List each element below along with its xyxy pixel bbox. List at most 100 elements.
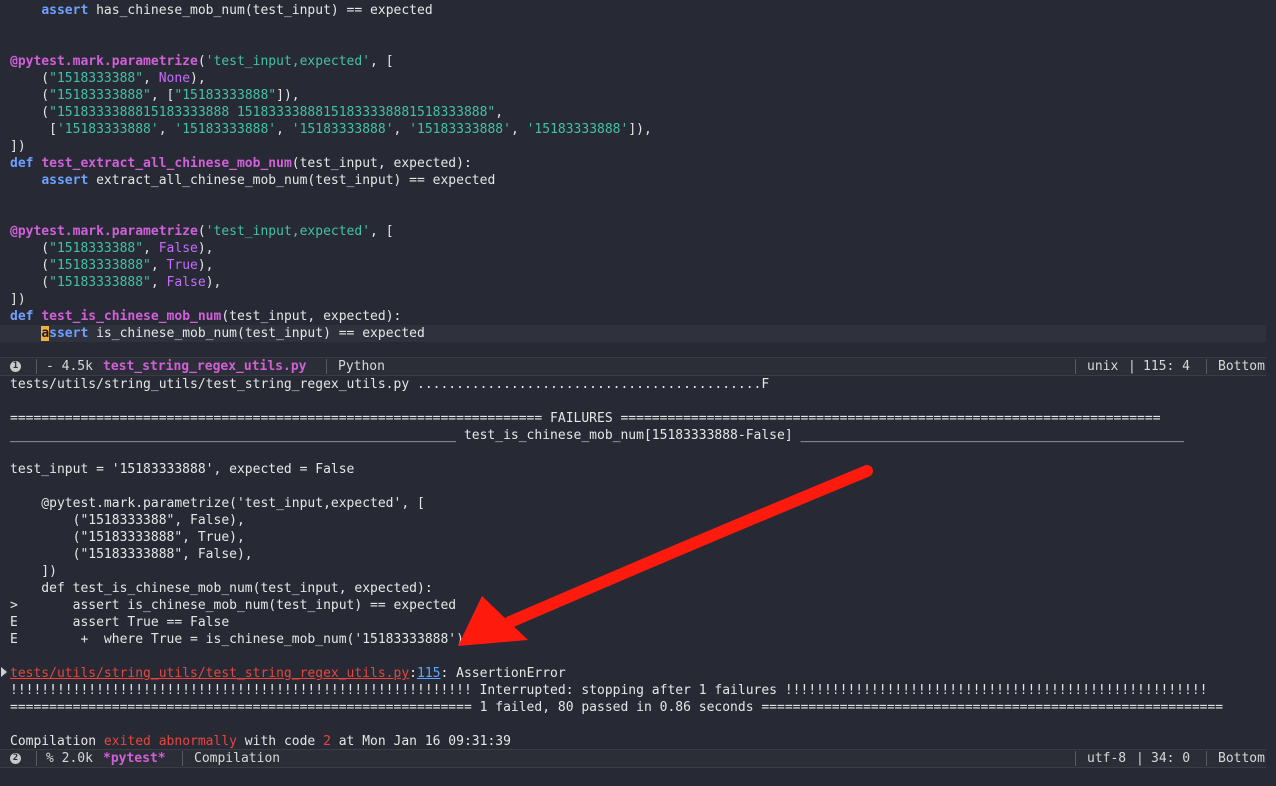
code-token: ( xyxy=(10,275,50,290)
code-token: ( xyxy=(10,258,50,273)
buffer-state: - 4.5k xyxy=(46,359,93,374)
code-line: @pytest.mark.parametrize('test_input,exp… xyxy=(10,53,394,70)
output-line: tests/utils/string_utils/test_string_reg… xyxy=(10,665,566,682)
code-line: ("15183333888", True), xyxy=(10,257,214,274)
code-editor-pane[interactable]: assert has_chinese_mob_num(test_input) =… xyxy=(0,0,1276,352)
code-token: ]) xyxy=(10,139,26,154)
code-line: ("1518333388815183333888 151833338881518… xyxy=(10,104,503,121)
code-token: , xyxy=(143,71,159,86)
code-token: , xyxy=(393,122,410,137)
code-token: is_chinese_mob_num(test_input) == expect… xyxy=(88,326,425,341)
code-token: '15183333888' xyxy=(526,122,629,137)
code-token: , xyxy=(276,122,292,137)
code-token: '15183333888' xyxy=(291,122,394,137)
code-token: !!!!!!!!!!!!!!!!!!!!!!!!!!!!!!!!!!!!!!!!… xyxy=(10,683,1208,698)
code-token: ( xyxy=(10,71,50,86)
output-line: E assert True == False xyxy=(10,614,229,631)
compilation-output-pane[interactable]: tests/utils/string_utils/test_string_reg… xyxy=(0,375,1276,748)
output-line: ========================================… xyxy=(10,699,1223,716)
code-token: "1518333388" xyxy=(49,241,144,256)
code-line: ['15183333888', '15183333888', '15183333… xyxy=(10,121,652,138)
code-token: @pytest.mark.parametrize xyxy=(10,54,198,69)
file-encoding: utf-8 xyxy=(1087,751,1127,766)
code-token: , [ xyxy=(370,224,394,239)
output-line: ________________________________________… xyxy=(10,427,1184,444)
code-token: assert xyxy=(41,173,89,188)
output-line: ("15183333888", True), xyxy=(10,529,245,546)
code-line: ("1518333388", False), xyxy=(10,240,213,257)
code-token: ]) xyxy=(10,292,26,307)
code-token: : AssertionError xyxy=(440,666,566,681)
code-token: "15183333888" xyxy=(49,275,151,290)
code-token: '15183333888' xyxy=(174,122,277,137)
scroll-position: Bottom xyxy=(1218,751,1265,766)
code-token: , xyxy=(495,105,504,120)
mode-line-editor: 1 - 4.5k test_string_regex_utils.py Pyth… xyxy=(0,357,1266,376)
output-line: ]) xyxy=(10,563,57,580)
code-token: None xyxy=(158,71,191,86)
line-ending: unix xyxy=(1087,359,1119,374)
code-token: E assert True == False xyxy=(10,615,230,630)
code-token: , [ xyxy=(150,88,175,103)
code-line: def test_extract_all_chinese_mob_num(tes… xyxy=(10,155,472,172)
code-token: ]), xyxy=(628,122,652,137)
code-token: ( xyxy=(197,224,206,239)
output-line: ("1518333388", False), xyxy=(10,512,245,529)
code-token: , xyxy=(150,275,167,290)
error-line-link[interactable]: 115 xyxy=(417,666,440,681)
code-line: ]) xyxy=(10,291,26,308)
buffer-state: % 2.0k xyxy=(46,751,93,766)
mode-line-pipe: | xyxy=(1128,359,1136,374)
scroll-position: Bottom xyxy=(1218,359,1265,374)
output-line: > assert is_chinese_mob_num(test_input) … xyxy=(10,597,456,614)
code-token: "15183333888" xyxy=(49,258,151,273)
code-line: def test_is_chinese_mob_num(test_input, … xyxy=(10,308,401,325)
code-line: assert is_chinese_mob_num(test_input) ==… xyxy=(10,325,425,342)
code-token: def test_is_chinese_mob_num(test_input, … xyxy=(10,581,433,596)
error-file-link[interactable]: tests/utils/string_utils/test_string_reg… xyxy=(10,666,409,681)
major-mode[interactable]: Compilation xyxy=(194,750,280,767)
mode-line-separator xyxy=(326,359,327,374)
code-token: test_extract_all_chinese_mob_num xyxy=(41,156,292,171)
mode-line-compilation: 2 % 2.0k *pytest* Compilation utf-8 | 34… xyxy=(0,749,1266,768)
code-token: ( xyxy=(197,54,206,69)
code-token: , xyxy=(158,122,175,137)
cursor-position: 115: 4 xyxy=(1143,359,1190,374)
code-token: '15183333888' xyxy=(409,122,511,137)
mode-line-separator xyxy=(1206,751,1207,766)
mode-line-separator xyxy=(1075,359,1076,374)
window-number-badge: 2 xyxy=(10,750,21,767)
code-token: True xyxy=(166,258,198,273)
code-token: "1518333388815183333888 1518333388815183… xyxy=(49,105,496,120)
code-token: has_chinese_mob_num(test_input) == expec… xyxy=(88,3,433,18)
code-token: 'test_input,expected' xyxy=(205,54,371,69)
output-line: ("15183333888", False), xyxy=(10,546,253,563)
code-token: @pytest.mark.parametrize xyxy=(10,224,198,239)
mode-line-separator xyxy=(1206,359,1207,374)
code-token: "15183333888" xyxy=(174,88,277,103)
mode-line-separator xyxy=(36,359,37,374)
code-token: False xyxy=(158,241,198,256)
code-line: assert has_chinese_mob_num(test_input) =… xyxy=(10,2,433,19)
buffer-name[interactable]: test_string_regex_utils.py xyxy=(103,358,307,375)
code-token: @pytest.mark.parametrize('test_input,exp… xyxy=(10,496,425,511)
buffer-name[interactable]: *pytest* xyxy=(103,750,166,767)
code-token: def xyxy=(10,156,34,171)
output-line: @pytest.mark.parametrize('test_input,exp… xyxy=(10,495,425,512)
window-number-badge: 1 xyxy=(10,358,21,375)
output-line: Compilation exited abnormally with code … xyxy=(10,733,511,748)
mode-line-separator xyxy=(182,751,183,766)
code-token: ), xyxy=(197,258,214,273)
code-token: > assert is_chinese_mob_num(test_input) … xyxy=(10,598,457,613)
code-line: @pytest.mark.parametrize('test_input,exp… xyxy=(10,223,394,240)
code-token: , xyxy=(510,122,527,137)
code-token: "1518333388" xyxy=(49,71,144,86)
code-token: False xyxy=(166,275,206,290)
output-line: E + where True = is_chinese_mob_num('151… xyxy=(10,631,464,648)
code-token: ("15183333888", False), xyxy=(10,547,253,562)
major-mode[interactable]: Python xyxy=(338,358,385,375)
code-token: ( xyxy=(10,105,50,120)
